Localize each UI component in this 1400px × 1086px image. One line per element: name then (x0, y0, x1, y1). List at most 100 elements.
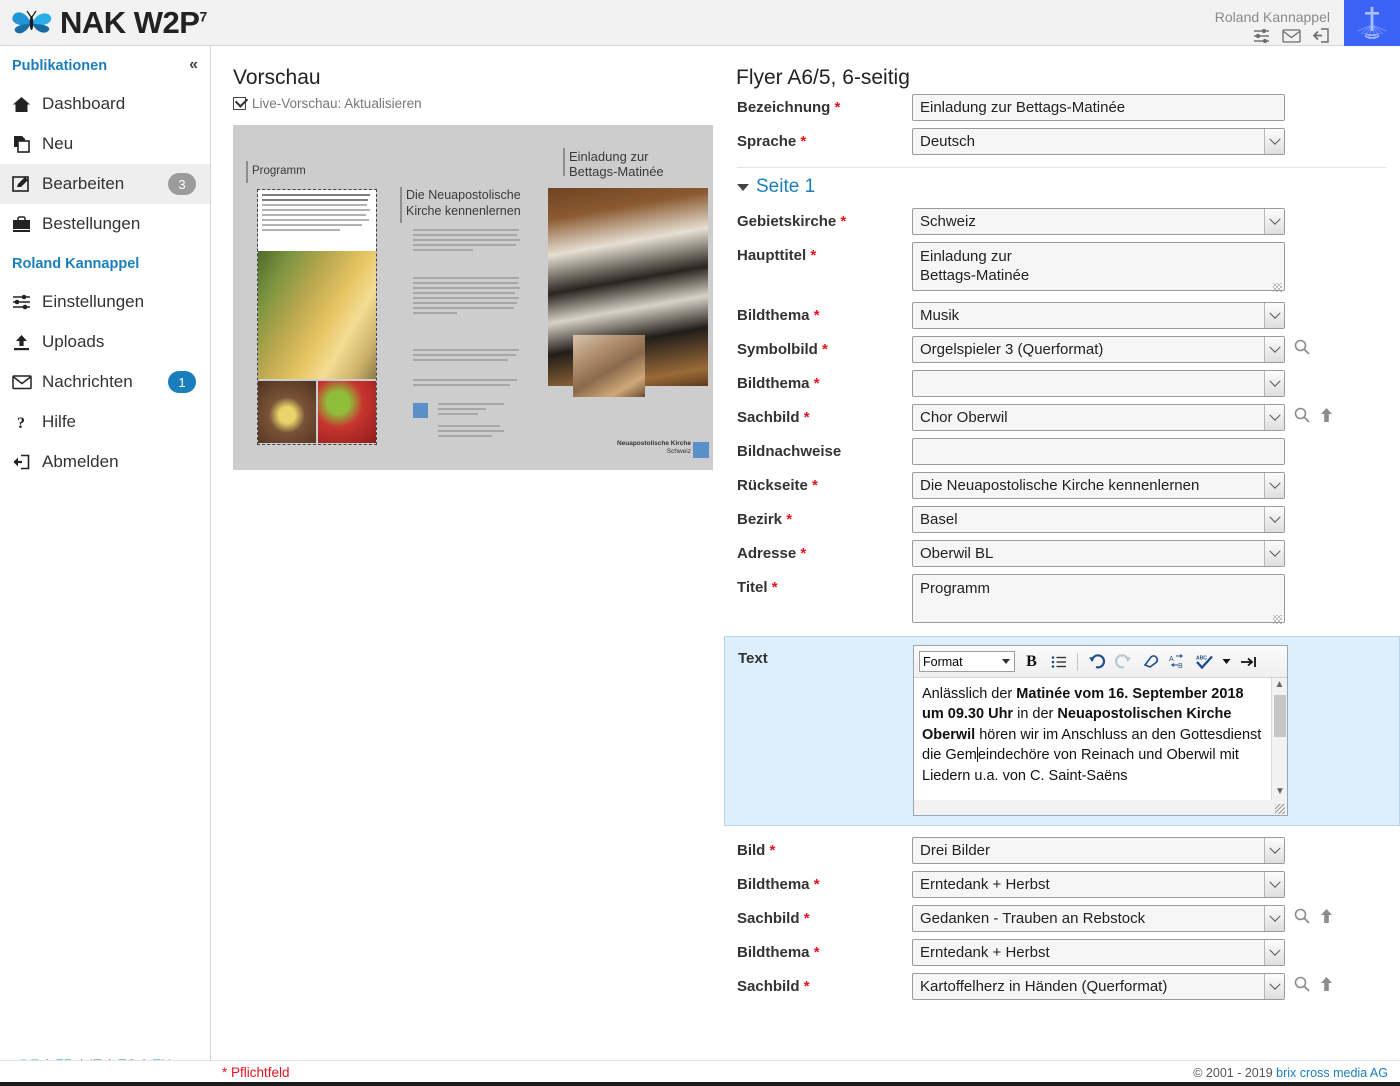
sidebar-item-nachrichten[interactable]: Nachrichten 1 (0, 362, 210, 402)
remove-format-eraser-button[interactable] (1140, 651, 1161, 672)
redo-button[interactable] (1113, 651, 1134, 672)
butterfly-logo-icon (10, 8, 54, 38)
preview-title: Vorschau (233, 66, 321, 89)
bezeichnung-input[interactable] (912, 94, 1285, 121)
sidebar-item-label: Neu (42, 134, 74, 153)
field-label-bild: Bild * (737, 842, 776, 859)
app-logo-area[interactable]: NAK W2P7 (0, 5, 215, 41)
bullet-list-button[interactable] (1048, 651, 1069, 672)
section-header-label: Seite 1 (756, 176, 816, 197)
live-preview-toggle[interactable]: Live-Vorschau: Aktualisieren (212, 90, 724, 111)
field-label-adresse: Adresse * (737, 545, 807, 562)
sidebar-badge-nachrichten: 1 (168, 371, 196, 393)
upload-arrow-icon[interactable] (1319, 905, 1334, 924)
sidebar-item-abmelden[interactable]: Abmelden (0, 442, 210, 482)
find-replace-button[interactable]: A B (1167, 651, 1188, 672)
app-title: NAK W2P7 (60, 4, 207, 40)
symbolbild-select[interactable]: Orgelspieler 3 (Querformat) (912, 336, 1285, 363)
bildnachweise-input[interactable] (912, 438, 1285, 465)
bezirk-select[interactable]: Basel (912, 506, 1285, 533)
required-marker: * (822, 341, 828, 358)
flyer-right-heading-line2: Bettags-Matinée (569, 164, 664, 179)
scrollbar-thumb[interactable] (1274, 695, 1286, 737)
flyer-preview-thumbnail[interactable]: Programm Die Neuapostolische Kirche kenn… (233, 125, 713, 470)
search-icon[interactable] (1294, 905, 1310, 924)
sidebar-item-bestellungen[interactable]: Bestellungen (0, 204, 210, 244)
spellcheck-button[interactable]: ABC (1194, 651, 1215, 672)
resize-grip-icon[interactable] (1273, 615, 1282, 624)
sidebar-item-einstellungen[interactable]: Einstellungen (0, 282, 210, 322)
flyer-mid-paragraph-3 (413, 349, 521, 364)
format-select-wrap: Format (919, 651, 1015, 672)
sidebar-item-label: Dashboard (42, 94, 126, 113)
logout-icon[interactable] (1312, 27, 1330, 43)
scroll-down-arrow-icon[interactable]: ▼ (1272, 785, 1287, 800)
bildthema-2-select[interactable] (912, 370, 1285, 397)
company-link[interactable]: brix cross media AG (1276, 1066, 1388, 1080)
toolbar-separator (1077, 652, 1078, 671)
search-icon[interactable] (1294, 404, 1310, 423)
adresse-select[interactable]: Oberwil BL (912, 540, 1285, 567)
editor-toolbar: Format B A B ABC (914, 646, 1287, 678)
bildthema-4-select[interactable]: Erntedank + Herbst (912, 939, 1285, 966)
sidebar-item-label: Bestellungen (42, 214, 141, 233)
sachbild-3-select[interactable]: Kartoffelherz in Händen (Querformat) (912, 973, 1285, 1000)
rich-text-editor[interactable]: Format B A B ABC Anlässlich der Matinée … (913, 645, 1288, 816)
user-block: Roland Kannappel (1215, 9, 1344, 46)
sachbild-1-select[interactable]: Chor Oberwil (912, 404, 1285, 431)
haupttitel-textarea[interactable]: Einladung zur Bettags-Matinée (912, 242, 1285, 291)
bold-button[interactable]: B (1021, 651, 1042, 672)
section-divider (737, 167, 1386, 168)
search-icon[interactable] (1294, 973, 1310, 992)
bildthema-1-select[interactable]: Musik (912, 302, 1285, 329)
sidebar-item-hilfe[interactable]: ? Hilfe (0, 402, 210, 442)
chevron-double-left-icon[interactable]: « (189, 56, 198, 74)
required-marker: * (813, 375, 820, 392)
section-header-seite-1[interactable]: Seite 1 (724, 174, 1400, 204)
live-preview-checkbox[interactable] (233, 97, 246, 110)
indent-button[interactable] (1238, 651, 1259, 672)
field-row-titel: Titel * Programm (724, 570, 1400, 630)
flyer-mid-paragraph-2 (413, 277, 521, 317)
field-label-titel: Titel * (737, 579, 778, 596)
format-select[interactable]: Format (919, 651, 1015, 672)
field-label-bezirk: Bezirk * (737, 511, 793, 528)
scroll-up-arrow-icon[interactable]: ▲ (1272, 678, 1287, 693)
search-icon[interactable] (1294, 336, 1310, 355)
sidebar-item-bearbeiten[interactable]: Bearbeiten 3 (0, 164, 210, 204)
settings-sliders-icon[interactable] (1253, 28, 1270, 43)
resize-grip-icon[interactable] (1275, 804, 1285, 814)
editor-content-area[interactable]: Anlässlich der Matinée vom 16. September… (914, 678, 1287, 800)
flyer-right-heading-line1: Einladung zur (569, 149, 649, 164)
sachbild-2-select[interactable]: Gedanken - Trauben an Rebstock (912, 905, 1285, 932)
field-row-bildthema-3: Bildthema * Erntedank + Herbst (724, 867, 1400, 901)
user-icon-row (1215, 27, 1330, 43)
bild-select[interactable]: Drei Bilder (912, 837, 1285, 864)
sidebar-item-neu[interactable]: Neu (0, 124, 210, 164)
required-marker: * (840, 213, 847, 230)
gebietskirche-select[interactable]: Schweiz (912, 208, 1285, 235)
upload-arrow-icon[interactable] (1319, 404, 1334, 423)
field-label-sachbild-2: Sachbild * (737, 910, 810, 927)
spellcheck-dropdown-button[interactable] (1221, 651, 1232, 672)
mail-icon[interactable] (1282, 28, 1301, 43)
resize-grip-icon[interactable] (1273, 283, 1282, 292)
required-marker: * (813, 307, 820, 324)
sidebar-item-uploads[interactable]: Uploads (0, 322, 210, 362)
sidebar-item-dashboard[interactable]: Dashboard (0, 84, 210, 124)
undo-button[interactable] (1086, 651, 1107, 672)
field-label-bildnachweise: Bildnachweise (737, 443, 842, 460)
rueckseite-select[interactable]: Die Neuapostolische Kirche kennenlernen (912, 472, 1285, 499)
titel-textarea[interactable]: Programm (912, 574, 1285, 623)
upload-arrow-icon[interactable] (1319, 973, 1334, 992)
editor-scrollbar[interactable]: ▲ ▼ (1271, 678, 1287, 800)
field-row-sprache: Sprache * Deutsch (724, 124, 1400, 158)
field-label-bildthema-4: Bildthema * (737, 944, 820, 961)
field-row-rueckseite: Rückseite * Die Neuapostolische Kirche k… (724, 468, 1400, 502)
sprache-select[interactable]: Deutsch (912, 128, 1285, 155)
bildthema-3-select[interactable]: Erntedank + Herbst (912, 871, 1285, 898)
field-label-rueckseite: Rückseite * (737, 477, 818, 494)
required-marker: * (771, 579, 778, 596)
flyer-mid-heading: Die Neuapostolische Kirche kennenlernen (406, 188, 521, 218)
settings-sliders-icon (12, 294, 42, 310)
